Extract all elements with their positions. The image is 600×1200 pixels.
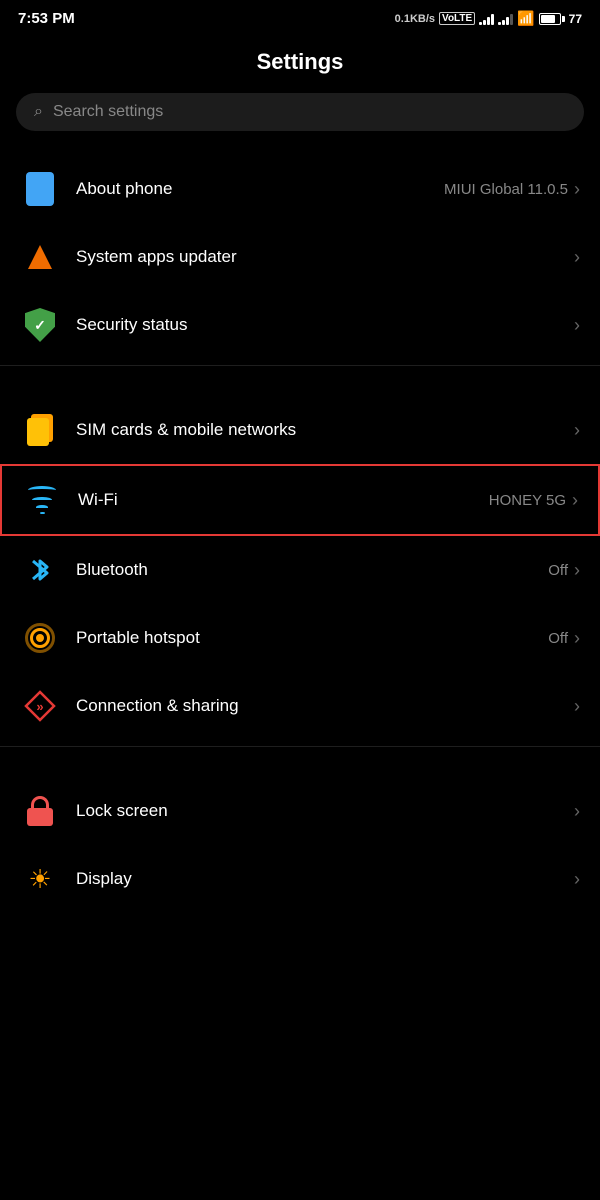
status-right: 0.1KB/s VoLTE 📶 77 <box>395 10 582 27</box>
security-status-label: Security status <box>76 315 574 335</box>
wifi-chevron: › <box>572 490 578 511</box>
settings-item-lock-screen[interactable]: Lock screen › <box>0 777 600 845</box>
network-speed: 0.1KB/s <box>395 13 435 25</box>
settings-item-connection-sharing[interactable]: » Connection & sharing › <box>0 672 600 740</box>
wifi-icon <box>22 480 62 520</box>
signal-bars-2 <box>498 13 513 25</box>
sim-cards-chevron: › <box>574 420 580 441</box>
settings-list: About phone MIUI Global 11.0.5 › System … <box>0 155 600 913</box>
about-phone-chevron: › <box>574 179 580 200</box>
portable-hotspot-label: Portable hotspot <box>76 628 548 648</box>
page-title: Settings <box>0 33 600 93</box>
status-bar: 7:53 PM 0.1KB/s VoLTE 📶 77 <box>0 0 600 33</box>
system-apps-updater-label: System apps updater <box>76 247 574 267</box>
connection-sharing-label: Connection & sharing <box>76 696 574 716</box>
settings-item-sim-cards[interactable]: SIM cards & mobile networks › <box>0 396 600 464</box>
settings-item-display[interactable]: ☀ Display › <box>0 845 600 913</box>
section-gap-1 <box>0 372 600 396</box>
divider-2 <box>0 746 600 747</box>
lock-icon <box>20 791 60 831</box>
settings-item-wifi[interactable]: Wi-Fi HONEY 5G › <box>0 464 600 536</box>
wifi-status-icon: 📶 <box>517 10 534 27</box>
update-icon <box>20 237 60 277</box>
hotspot-icon <box>20 618 60 658</box>
divider-1 <box>0 365 600 366</box>
sim-cards-label: SIM cards & mobile networks <box>76 420 574 440</box>
bluetooth-label: Bluetooth <box>76 560 548 580</box>
bluetooth-chevron: › <box>574 560 580 581</box>
bluetooth-sub: Off <box>548 562 568 579</box>
about-phone-sub: MIUI Global 11.0.5 <box>444 181 568 198</box>
connection-icon: » <box>20 686 60 726</box>
security-status-chevron: › <box>574 315 580 336</box>
settings-item-about-phone[interactable]: About phone MIUI Global 11.0.5 › <box>0 155 600 223</box>
shield-icon: ✓ <box>20 305 60 345</box>
settings-item-system-apps-updater[interactable]: System apps updater › <box>0 223 600 291</box>
lock-screen-chevron: › <box>574 801 580 822</box>
settings-item-bluetooth[interactable]: Bluetooth Off › <box>0 536 600 604</box>
search-placeholder: Search settings <box>53 103 163 121</box>
display-label: Display <box>76 869 574 889</box>
portable-hotspot-chevron: › <box>574 628 580 649</box>
battery-percent: 77 <box>569 12 582 26</box>
section-gap-2 <box>0 753 600 777</box>
display-icon: ☀ <box>20 859 60 899</box>
signal-bars-1 <box>479 13 494 25</box>
settings-item-portable-hotspot[interactable]: Portable hotspot Off › <box>0 604 600 672</box>
sim-icon <box>20 410 60 450</box>
settings-item-security-status[interactable]: ✓ Security status › <box>0 291 600 359</box>
phone-icon <box>20 169 60 209</box>
about-phone-label: About phone <box>76 179 444 199</box>
portable-hotspot-sub: Off <box>548 630 568 647</box>
connection-sharing-chevron: › <box>574 696 580 717</box>
wifi-sub: HONEY 5G <box>489 492 566 509</box>
search-icon: ⌕ <box>34 103 43 121</box>
search-bar[interactable]: ⌕ Search settings <box>16 93 584 131</box>
battery-indicator <box>539 13 565 25</box>
volte-badge: VoLTE <box>439 12 475 25</box>
lock-screen-label: Lock screen <box>76 801 574 821</box>
system-apps-updater-chevron: › <box>574 247 580 268</box>
wifi-label: Wi-Fi <box>78 490 489 510</box>
display-chevron: › <box>574 869 580 890</box>
bluetooth-icon <box>20 550 60 590</box>
status-time: 7:53 PM <box>18 10 75 27</box>
svg-text:»: » <box>36 699 43 714</box>
